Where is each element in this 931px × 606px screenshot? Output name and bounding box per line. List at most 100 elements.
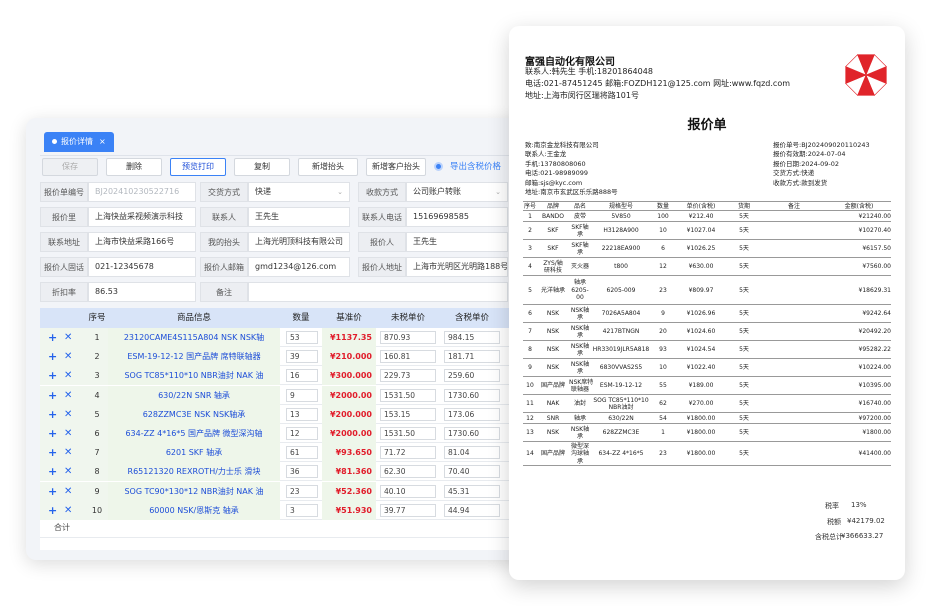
row-product-name[interactable]: SOG TC85*110*10 NBR油封 NAK 油 <box>108 366 280 385</box>
row-gross-price-input[interactable]: 1730.60 <box>444 388 500 402</box>
row-qty-input[interactable]: 13 <box>286 407 318 421</box>
delete-row-icon[interactable]: ✕ <box>64 482 72 501</box>
quoter-tel-field[interactable]: 021-12345678 <box>88 257 196 277</box>
quote-cell-no: 14 <box>526 450 534 458</box>
delete-row-icon[interactable]: ✕ <box>64 347 72 366</box>
row-net-price-input[interactable]: 62.30 <box>380 465 436 479</box>
row-product-name[interactable]: 6201 SKF 轴承 <box>108 443 280 462</box>
quote-cell-amount: ¥21240.00 <box>858 212 891 220</box>
delete-button[interactable]: 删除 <box>106 158 162 176</box>
row-net-price-input[interactable]: 71.72 <box>380 446 436 460</box>
toggle-icon[interactable] <box>434 162 443 171</box>
row-net-price-input[interactable]: 1531.50 <box>380 388 436 402</box>
row-qty-input[interactable]: 3 <box>286 503 318 517</box>
quote-cell-spec: H3128A900 <box>603 227 639 235</box>
row-net-price-input[interactable]: 160.81 <box>380 350 436 364</box>
trade-select[interactable]: 快递 ⌄ <box>248 182 350 202</box>
delete-row-icon[interactable]: ✕ <box>64 328 72 347</box>
row-net-price-input[interactable]: 153.15 <box>380 407 436 421</box>
row-net-price-input[interactable]: 870.93 <box>380 331 436 344</box>
row-product-name[interactable]: 23120CAME4S115A804 NSK NSK轴 <box>108 328 280 347</box>
add-row-icon[interactable]: + <box>48 328 57 347</box>
quote-cell-no: 5 <box>528 286 532 294</box>
row-net-price-input[interactable]: 40.10 <box>380 484 436 498</box>
row-gross-price-input[interactable]: 1730.60 <box>444 427 500 440</box>
preview-print-button[interactable]: 预览打印 <box>170 158 226 176</box>
row-qty-input[interactable]: 9 <box>286 388 318 402</box>
add-row-icon[interactable]: + <box>48 405 57 424</box>
row-net-price-input[interactable]: 39.77 <box>380 503 436 517</box>
row-gross-price-input[interactable]: 173.06 <box>444 407 500 421</box>
add-row-icon[interactable]: + <box>48 386 57 405</box>
row-product-name[interactable]: 628ZZMC3E NSK NSK轴承 <box>108 405 280 424</box>
quote-cell-price: ¥189.00 <box>688 382 714 390</box>
add-customer-header-button[interactable]: 新增客户抬头 <box>366 158 426 176</box>
row-product-name[interactable]: 60000 NSK/恩斯克 轴承 <box>108 501 280 520</box>
row-net-price-input[interactable]: 229.73 <box>380 369 436 383</box>
row-gross-price-input[interactable]: 81.04 <box>444 446 500 460</box>
save-button[interactable]: 保存 <box>42 158 98 176</box>
row-product-name[interactable]: 634-ZZ 4*16*5 国产品牌 微型深沟轴 <box>108 424 280 443</box>
export-tax-price-toggle[interactable]: 导出含税价格 <box>450 160 501 172</box>
delete-row-icon[interactable]: ✕ <box>64 462 72 481</box>
row-net-price-input[interactable]: 1531.50 <box>380 427 436 440</box>
quote-row: 13 NSK NSK轴 承 628ZZMC3E 1 ¥1800.00 5天 ¥1800.00 <box>523 424 891 442</box>
delete-row-icon[interactable]: ✕ <box>64 501 72 520</box>
row-qty-input[interactable]: 39 <box>286 350 318 364</box>
add-row-icon[interactable]: + <box>48 462 57 481</box>
add-row-icon[interactable]: + <box>48 347 57 366</box>
row-gross-price-input[interactable]: 44.94 <box>444 503 500 517</box>
copy-button[interactable]: 复制 <box>234 158 290 176</box>
delete-row-icon[interactable]: ✕ <box>64 386 72 405</box>
delete-row-icon[interactable]: ✕ <box>64 443 72 462</box>
add-row-icon[interactable]: + <box>48 501 57 520</box>
row-base-price: ¥2000.00 <box>329 390 372 400</box>
quote-cell-brand: SKF <box>547 227 559 235</box>
row-gross-price-input[interactable]: 45.31 <box>444 484 500 498</box>
my-header-field[interactable]: 上海光明顶科技有限公司 <box>248 232 350 252</box>
row-no: 9 <box>94 486 100 496</box>
quoter-addr-field[interactable]: 上海市光明区光明路188号 <box>406 257 508 277</box>
row-qty-input[interactable]: 23 <box>286 484 318 498</box>
add-row-icon[interactable]: + <box>48 366 57 385</box>
add-row-icon[interactable]: + <box>48 482 57 501</box>
row-gross-price-input[interactable]: 70.40 <box>444 465 500 479</box>
row-qty-input[interactable]: 53 <box>286 331 318 344</box>
quoter-email-field[interactable]: gmd1234@126.com <box>248 257 350 277</box>
address-field[interactable]: 上海市快益采路166号 <box>88 232 196 252</box>
add-row-icon[interactable]: + <box>48 424 57 443</box>
tab-quote-detail[interactable]: 报价详情 × <box>44 132 114 152</box>
quote-cell-lead: 5天 <box>739 328 749 336</box>
row-gross-price-input[interactable]: 259.60 <box>444 369 500 383</box>
add-row-icon[interactable]: + <box>48 443 57 462</box>
quoter2-field[interactable]: 王先生 <box>406 232 508 252</box>
discount-field[interactable]: 86.53 <box>88 282 196 302</box>
quoter-field[interactable]: 上海快益采视频演示科技 <box>88 207 196 227</box>
row-qty-input[interactable]: 36 <box>286 465 318 479</box>
delete-row-icon[interactable]: ✕ <box>64 366 72 385</box>
delete-row-icon[interactable]: ✕ <box>64 405 72 424</box>
contact-phone-field[interactable]: 15169698585 <box>406 207 508 227</box>
quote-cell-spec: 634-ZZ 4*16*5 <box>598 450 644 458</box>
quote-cell-lead: 5天 <box>739 245 749 253</box>
payment-select[interactable]: 公司账户转账 ⌄ <box>406 182 508 202</box>
row-qty-input[interactable]: 16 <box>286 369 318 383</box>
quote-cell-amount: ¥7560.00 <box>862 263 891 271</box>
contact-field[interactable]: 王先生 <box>248 207 350 227</box>
quote-cell-no: 2 <box>528 227 532 235</box>
row-gross-price-input[interactable]: 181.71 <box>444 350 500 364</box>
row-product-name[interactable]: ESM-19-12-12 国产品牌 席特联轴器 <box>108 347 280 366</box>
row-product-name[interactable]: SOG TC90*130*12 NBR油封 NAK 油 <box>108 482 280 501</box>
delete-row-icon[interactable]: ✕ <box>64 424 72 443</box>
quote-no-field[interactable]: BJ202410230522716 <box>88 182 196 202</box>
row-no: 2 <box>94 352 100 362</box>
row-qty-input[interactable]: 61 <box>286 446 318 460</box>
add-header-button[interactable]: 新增抬头 <box>298 158 358 176</box>
row-product-name[interactable]: 630/22N SNR 轴承 <box>108 386 280 405</box>
close-icon[interactable]: × <box>99 137 106 146</box>
row-gross-price-input[interactable]: 984.15 <box>444 331 500 344</box>
quote-cell-no: 10 <box>526 382 534 390</box>
row-product-name[interactable]: R65121320 REXROTH/力士乐 滑块 <box>108 462 280 481</box>
remark-field[interactable] <box>248 282 508 302</box>
row-qty-input[interactable]: 12 <box>286 427 318 440</box>
